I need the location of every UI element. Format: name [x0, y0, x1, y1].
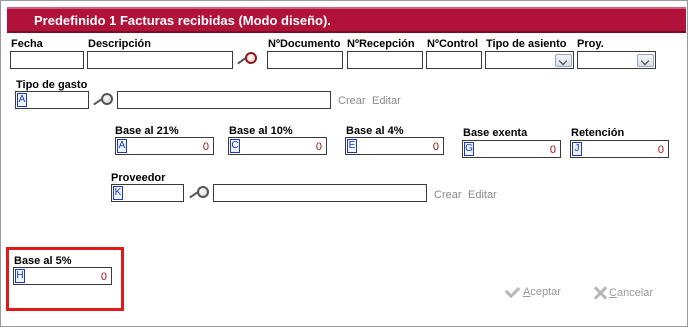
proveedor-search-icon[interactable]: [188, 185, 210, 201]
descripcion-search-icon[interactable]: [236, 51, 258, 67]
base-10-input[interactable]: C 0: [228, 137, 327, 155]
fecha-label: Fecha: [11, 38, 43, 50]
close-icon: [593, 286, 607, 300]
field-shortcut-letter: A: [17, 93, 27, 107]
tipo-asiento-select[interactable]: [485, 51, 574, 69]
cancel-button[interactable]: Cancelar: [593, 286, 653, 300]
accept-label: ceptar: [530, 286, 561, 298]
num-control-input[interactable]: [426, 51, 482, 69]
tipo-gasto-create-link[interactable]: Crear: [338, 95, 366, 107]
tipo-gasto-description-input[interactable]: [117, 91, 331, 109]
base-21-input[interactable]: A 0: [115, 137, 214, 155]
proveedor-create-link[interactable]: Crear: [434, 189, 462, 201]
proveedor-edit-link[interactable]: Editar: [468, 189, 497, 201]
cancel-mnemonic: C: [609, 287, 617, 299]
base-21-value: 0: [202, 141, 209, 153]
base-exenta-label: Base exenta: [463, 127, 528, 139]
field-shortcut-letter: H: [15, 269, 25, 283]
tipo-gasto-search-icon[interactable]: [92, 92, 114, 108]
proveedor-description-input[interactable]: [213, 184, 427, 202]
descripcion-label: Descripción: [88, 38, 151, 50]
tipo-asiento-label: Tipo de asiento: [486, 38, 567, 50]
descripcion-input[interactable]: [87, 51, 233, 69]
proy-select[interactable]: [577, 51, 656, 69]
base-5-value: 0: [100, 271, 107, 283]
base-5-input[interactable]: H 0: [13, 267, 112, 285]
field-shortcut-letter: J: [572, 142, 582, 156]
checkmark-icon: [504, 282, 521, 298]
base-exenta-input[interactable]: G 0: [462, 140, 561, 158]
title-bar: Predefinido 1 Facturas recibidas (Modo d…: [7, 9, 686, 33]
field-shortcut-letter: A: [117, 139, 127, 153]
num-documento-input[interactable]: [267, 51, 343, 69]
chevron-down-icon[interactable]: [637, 54, 654, 67]
retencion-input[interactable]: J 0: [570, 140, 669, 158]
proveedor-code-input[interactable]: K: [111, 184, 184, 202]
base-10-label: Base al 10%: [229, 125, 293, 137]
field-shortcut-letter: K: [113, 186, 123, 200]
tipo-gasto-code-input[interactable]: A: [15, 91, 89, 109]
base-21-label: Base al 21%: [115, 125, 179, 137]
base-5-label: Base al 5%: [14, 255, 72, 267]
tipo-gasto-label: Tipo de gasto: [16, 79, 88, 91]
chevron-down-icon[interactable]: [555, 54, 572, 67]
window-title: Predefinido 1 Facturas recibidas (Modo d…: [34, 13, 331, 28]
field-shortcut-letter: C: [230, 139, 240, 153]
num-documento-label: NºDocumento: [268, 38, 341, 50]
cancel-label: ancelar: [616, 287, 654, 299]
proy-label: Proy.: [577, 38, 604, 50]
tipo-gasto-edit-link[interactable]: Editar: [372, 95, 401, 107]
base-4-value: 0: [432, 141, 439, 153]
dialog-window: Predefinido 1 Facturas recibidas (Modo d…: [0, 0, 688, 327]
base-4-label: Base al 4%: [346, 125, 404, 137]
proveedor-label: Proveedor: [111, 172, 166, 184]
base-10-value: 0: [315, 141, 322, 153]
base-exenta-value: 0: [549, 144, 556, 156]
retencion-value: 0: [657, 144, 664, 156]
num-recepcion-label: NºRecepción: [347, 38, 415, 50]
base-4-input[interactable]: E 0: [345, 137, 444, 155]
accept-button[interactable]: Aceptar: [504, 282, 561, 298]
field-shortcut-letter: G: [464, 142, 474, 156]
num-recepcion-input[interactable]: [347, 51, 423, 69]
field-shortcut-letter: E: [347, 139, 357, 153]
fecha-input[interactable]: [10, 51, 84, 69]
retencion-label: Retención: [571, 127, 625, 139]
num-control-label: NºControl: [427, 38, 479, 50]
